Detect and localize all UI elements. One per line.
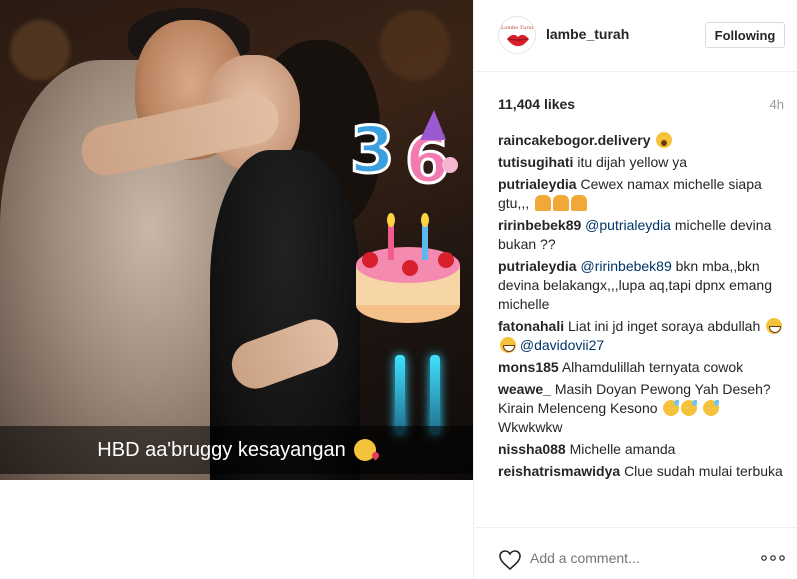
comment-username[interactable]: tutisugihati	[498, 154, 573, 170]
comment-mention[interactable]: @putrialeydia	[585, 217, 671, 233]
post-details-panel: Lambe Turah lambe_turah Following 11,404…	[473, 0, 797, 579]
number-36-sticker: 3 6	[350, 110, 458, 190]
praying-hands-icon	[553, 195, 570, 211]
comment-text: Michelle amanda	[569, 441, 676, 457]
comment-item: nissha088 Michelle amanda	[498, 440, 784, 459]
grinning-face-icon	[766, 318, 783, 334]
comment-username[interactable]: mons185	[498, 359, 559, 375]
heart-icon[interactable]	[498, 549, 522, 571]
avatar[interactable]: Lambe Turah	[498, 16, 536, 54]
red-lips-logo-icon: Lambe Turah	[500, 25, 535, 47]
photo-caption-text: HBD aa'bruggy kesayangan	[97, 438, 346, 461]
comment-username[interactable]: ririnbebek89	[498, 217, 581, 233]
comment-username[interactable]: putrialeydia	[498, 176, 577, 192]
comment-item: mons185 Alhamdulillah ternyata cowok	[498, 358, 784, 377]
likes-count[interactable]: 11,404 likes	[498, 96, 575, 112]
comment-item: fatonahali Liat ini jd inget soraya abdu…	[498, 317, 784, 355]
comment-username[interactable]: reishatrismawidya	[498, 463, 620, 479]
glow-stick	[395, 355, 405, 435]
comment-text: Liat ini jd inget soraya abdullah	[568, 318, 761, 334]
praying-hands-icon	[571, 195, 588, 211]
comment-text-after: Wkwkwkw	[498, 419, 563, 435]
sweat-smile-icon	[681, 400, 698, 416]
following-button[interactable]: Following	[705, 22, 785, 48]
comment-item: weawe_ Masih Doyan Pewong Yah Deseh? Kir…	[498, 380, 784, 437]
svg-text:3: 3	[350, 114, 395, 188]
bokeh-light	[10, 20, 70, 80]
sweat-smile-icon	[663, 400, 680, 416]
photo-caption-bar: HBD aa'bruggy kesayangan	[0, 426, 473, 474]
kissing-face-icon	[353, 439, 376, 461]
more-options-icon[interactable]	[760, 552, 786, 564]
comment-item: tutisugihati itu dijah yellow ya	[498, 153, 784, 172]
post-time[interactable]: 4h	[770, 97, 784, 112]
praying-hands-icon	[535, 195, 552, 211]
comment-username[interactable]: nissha088	[498, 441, 566, 457]
comment-text: Clue sudah mulai terbuka	[624, 463, 783, 479]
svg-text:Lambe Turah: Lambe Turah	[500, 25, 535, 31]
comment-username[interactable]: fatonahali	[498, 318, 564, 334]
comment-item: ririnbebek89 @putrialeydia michelle devi…	[498, 216, 784, 254]
comment-item: reishatrismawidya Clue sudah mulai terbu…	[498, 462, 784, 481]
comment-footer	[474, 527, 797, 579]
comment-username[interactable]: putrialeydia	[498, 258, 577, 274]
sweat-smile-icon	[703, 400, 720, 416]
comment-username[interactable]: raincakebogor.delivery	[498, 132, 651, 148]
comments-list: raincakebogor.delivery tutisugihati itu …	[498, 131, 784, 484]
post-photo[interactable]: 3 6 HBD aa'bruggy kesayangan	[0, 0, 473, 480]
grinning-face-icon	[500, 337, 516, 353]
post-header: Lambe Turah lambe_turah Following	[474, 0, 797, 72]
bokeh-light	[380, 10, 450, 80]
comment-text: itu dijah yellow ya	[577, 154, 688, 170]
comment-item: putrialeydia @ririnbebek89 bkn mba,,bkn …	[498, 257, 784, 314]
add-comment-input[interactable]	[530, 550, 750, 566]
birthday-cake-sticker	[356, 213, 460, 323]
glow-stick	[430, 355, 440, 435]
comment-mention[interactable]: @davidovii27	[520, 337, 604, 353]
shocked-face-icon	[656, 132, 673, 148]
comment-username[interactable]: weawe_	[498, 381, 551, 397]
comment-item: raincakebogor.delivery	[498, 131, 784, 150]
comment-mention[interactable]: @ririnbebek89	[580, 258, 671, 274]
comment-text: Alhamdulillah ternyata cowok	[561, 359, 744, 375]
comment-item: putrialeydia Cewex namax michelle siapa …	[498, 175, 784, 213]
post-username[interactable]: lambe_turah	[546, 26, 629, 42]
